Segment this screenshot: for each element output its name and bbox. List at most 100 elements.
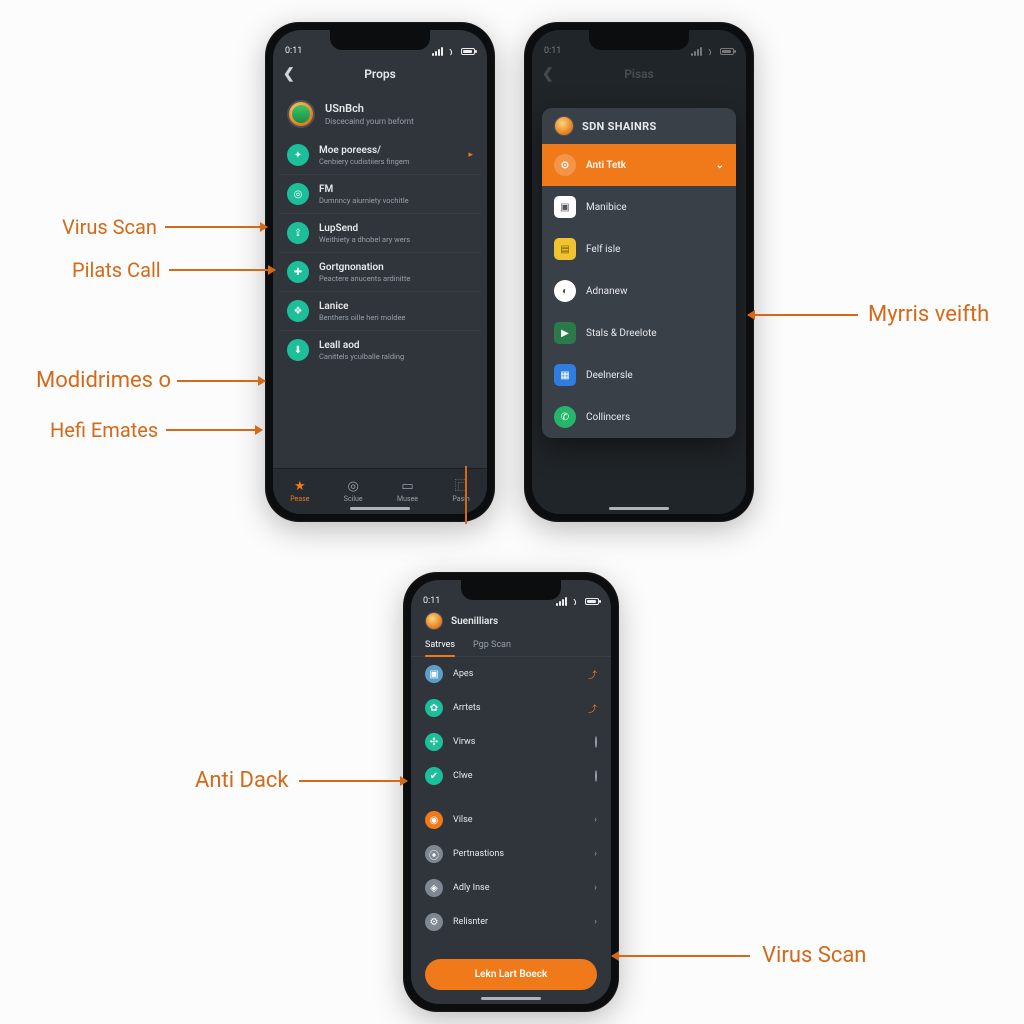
list-item[interactable]: ✿ Arrtets ⤴ bbox=[411, 691, 611, 725]
image-icon: ◈ bbox=[425, 879, 443, 897]
row-label: Pertnastions bbox=[453, 849, 504, 859]
home-indicator bbox=[481, 997, 541, 1000]
row-subtitle: Dumnncy aiurniety vochitle bbox=[319, 196, 473, 205]
tab-4[interactable]: ⿸Pasin bbox=[452, 480, 469, 503]
row-label: Adly Inse bbox=[453, 883, 489, 893]
popup-header: SDN SHAINRS bbox=[542, 108, 736, 144]
list-item[interactable]: ✚ Gortgnonation Peactere anucents ardini… bbox=[279, 253, 481, 292]
leaf-icon: ✿ bbox=[425, 699, 443, 717]
row-icon: ✚ bbox=[287, 261, 309, 283]
share-icon[interactable]: ⤴ bbox=[588, 702, 597, 715]
pin-icon: ⊙ bbox=[554, 154, 576, 176]
popup-selected-row[interactable]: ⊙ Anti Tetk ⌄ bbox=[542, 144, 736, 186]
scan-list: ▣Apes⤴ ✿Arrtets⤴ ✣Virws ✔Clwe ◉Vilse› ⦿P… bbox=[411, 657, 611, 949]
list-item[interactable]: ⦿Pertnastions› bbox=[411, 837, 611, 871]
notch bbox=[461, 580, 561, 600]
feature-list: ✦ Moe poreess/ Cenbiery cudistiiers fing… bbox=[273, 136, 487, 468]
category-popup: SDN SHAINRS ⊙ Anti Tetk ⌄ ▣Manibice ▤Fel… bbox=[542, 108, 736, 438]
popup-item-label: Collincers bbox=[586, 412, 630, 423]
chevron-right-icon: › bbox=[594, 883, 597, 893]
list-item[interactable]: ❖ Lanice Benthers oille heri moldee bbox=[279, 292, 481, 331]
annotation-hefi-emates: Hefi Emates bbox=[50, 418, 262, 442]
signal-icon bbox=[556, 597, 567, 606]
chevron-right-icon: › bbox=[594, 849, 597, 859]
list-item[interactable]: ⇪ LupSend Weithiety a dhobel ary wers bbox=[279, 214, 481, 253]
list-item[interactable]: ✦ Moe poreess/ Cenbiery cudistiiers fing… bbox=[279, 136, 481, 175]
annotation-virus-scan: Virus Scan bbox=[62, 215, 267, 239]
row-icon: ⇪ bbox=[287, 222, 309, 244]
radio-icon[interactable] bbox=[595, 770, 597, 782]
segment-tab-1[interactable]: Satrves bbox=[425, 632, 455, 656]
profile-subtitle: Discecaind yourn befornt bbox=[325, 117, 414, 126]
row-icon: ✦ bbox=[287, 144, 309, 166]
home-indicator bbox=[350, 507, 410, 510]
selected-label: Anti Tetk bbox=[586, 160, 626, 171]
segment-tab-2[interactable]: Pgp Scan bbox=[473, 632, 511, 656]
popup-item[interactable]: ▦ Deelnersle bbox=[542, 354, 736, 396]
chevron-right-icon: › bbox=[594, 815, 597, 825]
radio-icon[interactable] bbox=[595, 736, 597, 748]
shield-icon: ◉ bbox=[425, 811, 443, 829]
cta-label: Lekn Lart Boeck bbox=[475, 969, 547, 980]
globe-icon: ◐ bbox=[554, 280, 576, 302]
header-title: Suenilliars bbox=[451, 616, 498, 627]
list-item[interactable]: ▣Apes⤴ bbox=[411, 657, 611, 691]
tab-3[interactable]: ▭ Musee bbox=[397, 480, 418, 503]
popup-item[interactable]: ◐ Adnanew bbox=[542, 270, 736, 312]
popup-item[interactable]: ▤Felf isle bbox=[542, 228, 736, 270]
list-item[interactable]: ⚙Relisnter› bbox=[411, 905, 611, 939]
tab-label: Musee bbox=[397, 495, 418, 503]
popup-avatar bbox=[554, 116, 574, 136]
chevron-down-icon: ⌄ bbox=[716, 160, 724, 171]
popup-item[interactable]: ✆Collincers bbox=[542, 396, 736, 438]
list-item[interactable]: ⬇ Leall aod Canittels yculballe ralding bbox=[279, 331, 481, 369]
row-subtitle: Peactere anucents ardinitte bbox=[319, 274, 473, 283]
signal-icon bbox=[432, 47, 443, 56]
folder-icon: ▤ bbox=[554, 238, 576, 260]
battery-icon bbox=[585, 598, 599, 605]
nav-title: Props bbox=[364, 67, 396, 81]
status-time: 0:11 bbox=[423, 596, 440, 606]
row-subtitle: Weithiety a dhobel ary wers bbox=[319, 235, 473, 244]
row-title: Moe poreess/ bbox=[319, 145, 458, 156]
phone-3: 0:11 Suenilliars Satrves Pgp Scan ▣Apes⤴… bbox=[403, 572, 619, 1012]
share-icon[interactable]: ⤴ bbox=[588, 668, 597, 681]
back-icon[interactable]: ❮ bbox=[283, 66, 295, 82]
scan-button[interactable]: Lekn Lart Boeck bbox=[425, 959, 597, 990]
bug-icon: ✣ bbox=[425, 733, 443, 751]
nav-bar: ❮ Props bbox=[273, 58, 487, 90]
annotation-text: Anti Dack bbox=[195, 768, 289, 793]
list-item[interactable]: ◈ Adly Inse › bbox=[411, 871, 611, 905]
popup-item-label: Deelnersle bbox=[586, 370, 633, 381]
battery-icon bbox=[461, 48, 475, 55]
list-item[interactable]: ✣ Virws bbox=[411, 725, 611, 759]
tab-2[interactable]: ◎Scilue bbox=[344, 480, 363, 503]
doc-icon: ▦ bbox=[554, 364, 576, 386]
popup-item-label: Adnanew bbox=[586, 286, 627, 297]
annotation-text: Hefi Emates bbox=[50, 418, 158, 442]
list-item[interactable]: ◉Vilse› bbox=[411, 803, 611, 837]
segment-tabs: Satrves Pgp Scan bbox=[411, 632, 611, 657]
card-icon: ▭ bbox=[401, 480, 413, 493]
row-label: Arrtets bbox=[453, 703, 481, 713]
row-label: Clwe bbox=[453, 771, 473, 781]
list-item[interactable]: ✔Clwe bbox=[411, 759, 611, 793]
popup-title: SDN SHAINRS bbox=[582, 120, 657, 133]
tab-home[interactable]: ★ Pease bbox=[290, 480, 309, 503]
profile-row[interactable]: USnBch Discecaind yourn befornt bbox=[273, 90, 487, 136]
row-label: Virws bbox=[453, 737, 475, 747]
stats-icon: ▶ bbox=[554, 322, 576, 344]
row-subtitle: Canittels yculballe ralding bbox=[319, 352, 473, 361]
popup-item[interactable]: ▶Stals & Dreelote bbox=[542, 312, 736, 354]
tab-label: Pasin bbox=[452, 495, 469, 503]
tab-label: Satrves bbox=[425, 640, 455, 650]
star-icon: ★ bbox=[294, 480, 306, 493]
row-title: FM bbox=[319, 184, 473, 195]
tab-label: Pease bbox=[290, 495, 309, 503]
popup-item[interactable]: ▣Manibice bbox=[542, 186, 736, 228]
phone-1: 0:11 ❮ Props USnBch Discecaind yourn bef… bbox=[265, 22, 495, 522]
annotation-pilats-call: Pilats Call bbox=[72, 258, 275, 282]
wifi-icon bbox=[447, 48, 457, 56]
list-item[interactable]: ◎ FM Dumnncy aiurniety vochitle bbox=[279, 175, 481, 214]
annotation-anti-dack: Anti Dack bbox=[195, 768, 407, 793]
